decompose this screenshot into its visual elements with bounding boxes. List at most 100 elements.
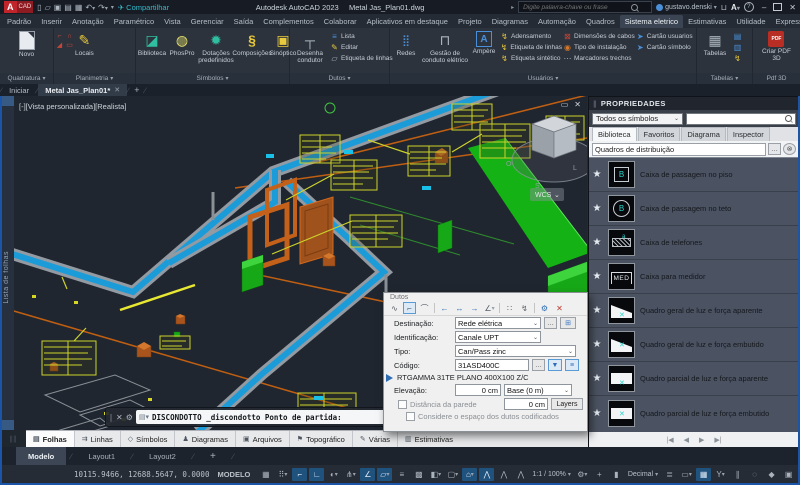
base-select[interactable]: Base (0 m)⌄ [504,384,572,396]
destinacao-browse-button[interactable]: … [544,317,557,329]
close-document-icon[interactable]: ✕ [114,86,120,94]
destinacao-picker-icon[interactable]: ⊞ [560,317,576,329]
units-icon[interactable]: ▮ [609,468,624,481]
tab-quadros[interactable]: Quadros [581,15,620,28]
command-input[interactable]: ▤▾ DISCONDOTTO _discondotto Ponto de par… [136,410,393,424]
direction-both-icon[interactable]: ↔ [453,302,466,314]
phospro-button[interactable]: ◍ PhosPro [168,29,196,73]
symbol-search-icon[interactable] [785,115,792,122]
help-search-box[interactable] [518,1,652,13]
panel-title-dutos[interactable]: Dutos▾ [290,73,389,84]
tab-diagramas[interactable]: Diagramas [487,15,533,28]
space-indicator[interactable]: MODELO [217,470,250,479]
isodraft-icon[interactable]: ⋔▾ [343,468,358,481]
locais-button[interactable]: ✎ Locais [75,29,94,73]
rect-tool-icon[interactable]: ▭ [65,41,74,49]
etiqueta-sintetico-button[interactable]: ↯Etiqueta sintético [500,54,562,63]
marcadores-trechos-button[interactable]: ⋯Marcadores trechos [563,54,635,63]
tab-linhas[interactable]: ⇉Linhas [75,431,121,447]
tab-diagrama[interactable]: Diagrama [681,127,726,141]
viewport-close-icon[interactable]: ✕ [574,100,581,109]
favorite-star-icon[interactable]: ★ [591,339,603,350]
angle-icon[interactable]: ∠▾ [483,302,496,314]
dotacoes-button[interactable]: ✹ Dotações predefinidos [197,29,235,73]
restore-button[interactable] [773,3,782,11]
tab-saida[interactable]: Saída [229,15,259,28]
hardware-accel-icon[interactable]: ◌ [747,468,762,481]
symbol-type-select[interactable]: Todos os símbolos⌄ [592,113,683,125]
tabela-update-icon[interactable]: ↯ [733,54,742,63]
properties-header[interactable]: ∥ PROPRIEDADES [589,97,799,110]
filter-icon[interactable]: ∥ [730,468,745,481]
recent-commands-icon[interactable]: ▤▾ [139,413,149,421]
osnap-icon[interactable]: ▱▾ [377,468,392,481]
favorite-star-icon[interactable]: ★ [591,203,603,214]
minimize-button[interactable]: – [762,3,766,12]
isolate-objects-icon[interactable]: ▦ [696,468,711,481]
distancia-checkbox[interactable] [398,400,407,409]
codigo-input[interactable]: 31ASD400C [455,359,529,371]
tab-sistema-eletrico[interactable]: Sistema eletrico [620,15,683,28]
desenha-condutor-button[interactable]: ┬ Desenha condutor [291,29,329,73]
qat-dropdown-icon[interactable]: ▾ [111,4,114,11]
favorite-star-icon[interactable]: ★ [591,237,603,248]
codigo-filter-icon[interactable]: ▼ [548,359,562,371]
list-item[interactable]: ★ MED Caixa para medidor [589,260,799,294]
tab-iniciar[interactable]: Iniciar [2,84,36,96]
list-item[interactable]: ★ ✕ Quadro geral de luz e força aparente [589,294,799,328]
settings-icon[interactable]: ⚙ [538,302,551,314]
panel-title-planimetria[interactable]: Planimetria▾ [54,73,135,84]
ampere-button[interactable]: A Ampère [469,29,499,73]
panel-title-quadratura[interactable]: Quadratura▾ [0,73,53,84]
tab-utilidade[interactable]: Utilidade [731,15,770,28]
filter-clear-icon[interactable]: ⊗ [783,143,796,155]
list-item[interactable]: ★ a Caixa de telefones [589,226,799,260]
units-control[interactable]: Decimal ▾ [626,471,660,478]
dynamic-ucs-icon[interactable]: ⌂▾ [462,468,477,481]
dialog-close-icon[interactable]: ✕ [553,302,566,314]
codigo-list-icon[interactable]: ≡ [565,359,579,371]
viewport-controls-label[interactable]: [-][Vista personalizada][Realista] [19,102,126,111]
panel-title-tabelas[interactable]: Tabelas▾ [697,73,752,84]
identificacao-select[interactable]: Canale UPT⌄ [455,331,541,343]
symbol-search-box[interactable] [686,113,796,125]
cartao-simbolo-button[interactable]: ➤Cartão símbolo [636,43,695,52]
library-filter-input[interactable] [592,143,766,156]
tab-vista[interactable]: Vista [159,15,186,28]
first-page-icon[interactable]: |◀ [666,436,673,444]
dynamic-input-icon[interactable]: ⋀ [479,468,494,481]
command-close-icon[interactable]: ✕ [116,413,123,422]
osnap-3d-icon[interactable]: ▢▾ [445,468,460,481]
redo-icon[interactable]: ↷▾ [98,3,108,12]
adensamento-button[interactable]: ↯Adensamento [500,32,562,41]
considere-checkbox[interactable] [406,412,415,421]
clean-screen-icon[interactable]: ▣ [781,468,796,481]
wcs-button[interactable]: WCS ⌄ [530,188,564,201]
codigo-browse-button[interactable]: … [532,359,545,371]
criar-pdf3d-button[interactable]: PDF Criar PDF 3D [762,29,791,73]
tab-estimativas-strip[interactable]: ▥Estimativas [398,431,460,447]
list-item[interactable]: ★ B Caixa de passagem no teto [589,192,799,226]
favorite-star-icon[interactable]: ★ [591,169,603,180]
list-item[interactable]: ★ ✕ Quadro geral de luz e força embutido [589,328,799,362]
tab-folhas[interactable]: ▤Folhas [26,431,75,447]
autodesk-connect-icon[interactable]: ◆ [764,468,779,481]
tab-inserir[interactable]: Inserir [36,15,67,28]
osnap-tracking-icon[interactable]: ∠ [360,468,375,481]
polar-tracking-icon[interactable]: ◐▾ [326,468,341,481]
tab-layout2[interactable]: Layout2 [137,447,188,465]
tab-express-tools[interactable]: Express Tools [771,15,800,28]
panel-title-usuarios[interactable]: Usuários▾ [390,73,696,84]
prev-page-icon[interactable]: ◀ [684,436,689,444]
tab-inspector[interactable]: Inspector [727,127,770,141]
transparency-icon[interactable]: ▩ [411,468,426,481]
duct-elbow-icon[interactable]: ⌐ [403,302,416,314]
tab-gerenciar[interactable]: Gerenciar [186,15,229,28]
search-expand-icon[interactable]: ▸ [511,4,514,11]
points-icon[interactable]: ∷ [503,302,516,314]
next-page-icon[interactable]: ▶ [699,436,704,444]
panel-grip-icon[interactable]: ∥ [593,100,597,108]
arc-tool-icon[interactable]: ∩ [65,32,74,40]
tab-favoritos[interactable]: Favoritos [638,127,681,141]
novo-button[interactable]: Novo [19,29,35,73]
